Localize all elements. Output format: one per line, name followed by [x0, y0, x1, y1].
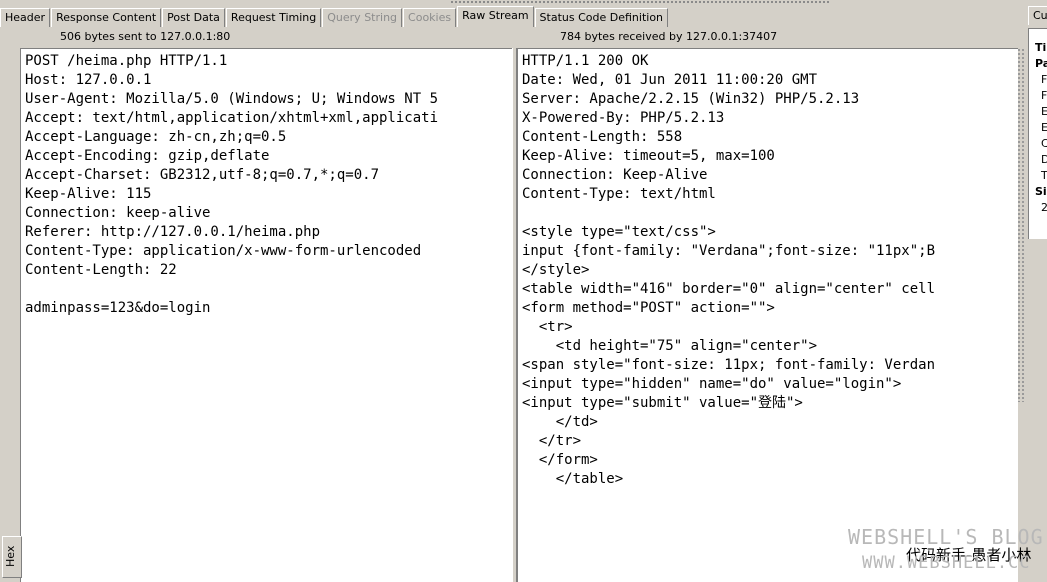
response-info: 784 bytes received by 127.0.0.1:37407	[560, 30, 778, 43]
tab-query-string[interactable]: Query String	[322, 8, 403, 27]
hex-label: Hex	[4, 545, 17, 567]
watermark-url: WWW.WEBSHELL.CC	[862, 553, 1031, 573]
right-panel-line: 2	[1041, 201, 1047, 214]
right-panel-line: E	[1041, 121, 1047, 134]
right-panel-line: Ti	[1035, 41, 1047, 54]
right-panel-line: Pa	[1035, 57, 1047, 70]
right-panel-line: E	[1041, 105, 1047, 118]
right-panel-line: Si	[1035, 185, 1047, 198]
right-panel-line: F	[1041, 73, 1047, 86]
response-pane[interactable]: HTTP/1.1 200 OK Date: Wed, 01 Jun 2011 1…	[517, 48, 1018, 582]
right-panel-line: F	[1041, 89, 1047, 102]
tab-status-code-definition[interactable]: Status Code Definition	[534, 8, 669, 27]
right-panel-tab[interactable]: Cu	[1028, 6, 1047, 25]
request-info: 506 bytes sent to 127.0.0.1:80	[60, 30, 231, 43]
tab-cookies[interactable]: Cookies	[403, 8, 457, 27]
response-text[interactable]: HTTP/1.1 200 OK Date: Wed, 01 Jun 2011 1…	[518, 49, 1018, 489]
right-panel-content: Ti Pa F F E E C D T Si 2	[1028, 28, 1047, 239]
right-panel-line: D	[1041, 153, 1047, 166]
hex-toggle-button[interactable]: Hex	[2, 536, 22, 578]
tab-raw-stream[interactable]: Raw Stream	[457, 6, 534, 27]
toolbar-grip[interactable]	[450, 0, 830, 4]
right-panel-line: T	[1041, 169, 1047, 182]
right-side-panel: Cu Ti Pa F F E E C D T Si 2	[1026, 6, 1047, 582]
tab-strip: Header Response Content Post Data Request T…	[0, 6, 669, 27]
tab-response-content[interactable]: Response Content	[51, 8, 162, 27]
tab-post-data[interactable]: Post Data	[162, 8, 225, 27]
right-panel-line: C	[1041, 137, 1047, 150]
request-text[interactable]: POST /heima.php HTTP/1.1 Host: 127.0.0.1…	[21, 49, 513, 318]
request-pane[interactable]: POST /heima.php HTTP/1.1 Host: 127.0.0.1…	[20, 48, 513, 582]
tab-header[interactable]: Header	[0, 8, 51, 27]
tab-request-timing[interactable]: Request Timing	[225, 8, 322, 27]
panel-resize-grip[interactable]	[1017, 48, 1025, 402]
